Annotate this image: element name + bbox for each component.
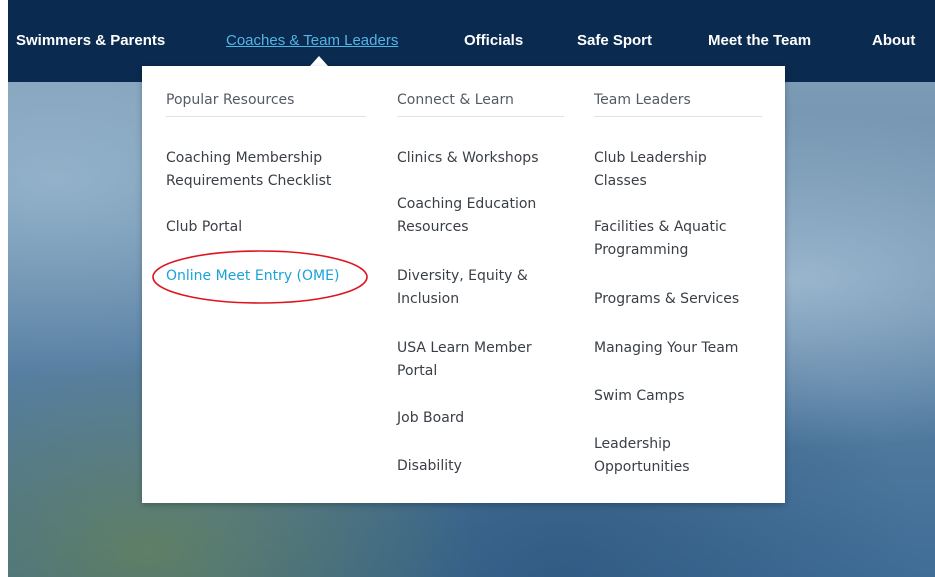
column-heading: Popular Resources <box>166 92 366 117</box>
link-club-leadership-classes[interactable]: Club Leadership Classes <box>594 147 762 193</box>
nav-item-swimmers-parents[interactable]: Swimmers & Parents <box>16 32 165 49</box>
red-circle-annotation <box>152 250 368 304</box>
page-frame: Swimmers & Parents Coaches & Team Leader… <box>8 0 935 577</box>
link-usa-learn-member-portal[interactable]: USA Learn Member Portal <box>397 337 564 383</box>
column-heading: Connect & Learn <box>397 92 564 117</box>
link-swim-camps[interactable]: Swim Camps <box>594 385 762 408</box>
link-clinics-workshops[interactable]: Clinics & Workshops <box>397 147 564 170</box>
dropdown-caret <box>310 56 328 66</box>
link-leadership-opportunities[interactable]: Leadership Opportunities <box>594 433 762 479</box>
link-disability[interactable]: Disability <box>397 455 564 478</box>
nav-item-meet-the-team[interactable]: Meet the Team <box>708 32 811 49</box>
column-connect-learn: Connect & Learn <box>397 92 564 117</box>
column-team-leaders: Team Leaders <box>594 92 762 117</box>
column-heading: Team Leaders <box>594 92 762 117</box>
link-coaching-education-resources[interactable]: Coaching Education Resources <box>397 193 564 239</box>
link-club-portal[interactable]: Club Portal <box>166 216 366 239</box>
nav-item-safe-sport[interactable]: Safe Sport <box>577 32 652 49</box>
nav-item-about[interactable]: About <box>872 32 915 49</box>
link-job-board[interactable]: Job Board <box>397 407 564 430</box>
nav-item-officials[interactable]: Officials <box>464 32 523 49</box>
nav-item-coaches-team-leaders[interactable]: Coaches & Team Leaders <box>226 32 398 49</box>
link-programs-services[interactable]: Programs & Services <box>594 288 762 311</box>
column-popular-resources: Popular Resources <box>166 92 366 117</box>
link-managing-your-team[interactable]: Managing Your Team <box>594 337 762 360</box>
link-diversity-equity-inclusion[interactable]: Diversity, Equity & Inclusion <box>397 265 564 311</box>
link-coaching-membership-checklist[interactable]: Coaching Membership Requirements Checkli… <box>166 147 366 193</box>
link-facilities-aquatic-programming[interactable]: Facilities & Aquatic Programming <box>594 216 762 262</box>
